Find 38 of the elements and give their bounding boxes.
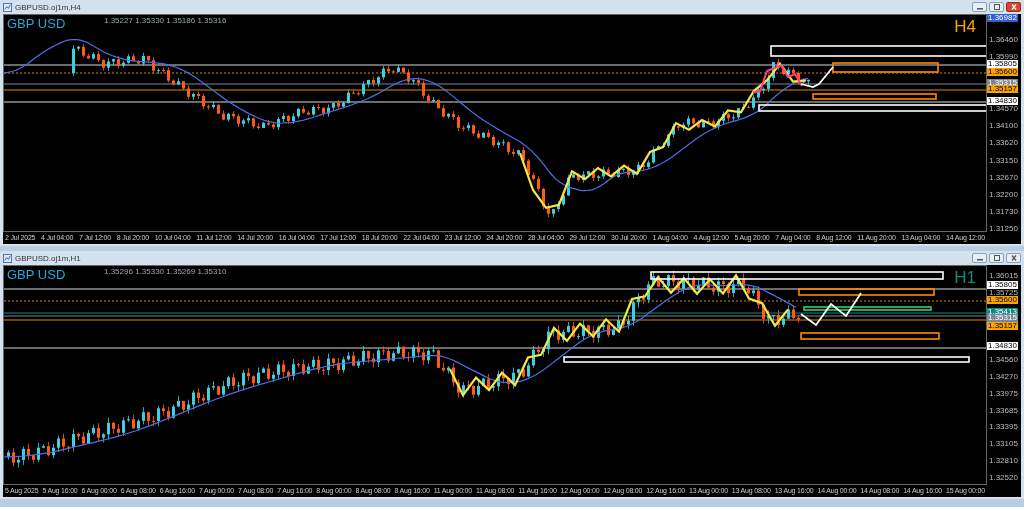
- price-label: 1.34560: [989, 356, 1018, 364]
- price-tag: 1.35315: [987, 314, 1018, 322]
- price-tag: 1.35805: [987, 60, 1018, 68]
- symbol-label: GBP USD: [7, 267, 66, 282]
- price-label: 1.33395: [989, 423, 1018, 431]
- price-tag: 1.35157: [987, 322, 1018, 330]
- price-label: 1.33685: [989, 407, 1018, 415]
- price-label: 1.31250: [989, 225, 1018, 232]
- price-tag: 1.34830: [987, 97, 1018, 105]
- price-label: 1.32810: [989, 457, 1018, 465]
- price-label: 1.32520: [989, 474, 1018, 482]
- price-label: 1.36460: [989, 36, 1018, 44]
- price-label: 1.35990: [989, 53, 1018, 61]
- price-tag: 1.34830: [987, 342, 1018, 350]
- price-label: 1.33620: [989, 139, 1018, 147]
- price-label: 1.35725: [989, 289, 1018, 297]
- price-tag: 1.35600: [987, 296, 1018, 304]
- price-label: 1.31730: [989, 208, 1018, 216]
- price-label: 1.34270: [989, 373, 1018, 381]
- price-tag: 1.36982: [987, 14, 1018, 22]
- ohlc-readout: 1.35227 1.35330 1.35186 1.35316: [104, 16, 227, 25]
- price-label: 1.34100: [989, 122, 1018, 130]
- price-label: 1.32670: [989, 174, 1018, 182]
- price-label: 1.33105: [989, 440, 1018, 448]
- price-tag: 1.35600: [987, 68, 1018, 76]
- price-label: 1.33975: [989, 390, 1018, 398]
- timeframe-label: H1: [954, 268, 976, 288]
- price-label: 1.33150: [989, 157, 1018, 165]
- price-label: 1.34570: [989, 105, 1018, 113]
- price-label: 1.36015: [989, 272, 1018, 280]
- window-title: GBPUSD.oj1m,H4: [15, 2, 81, 12]
- price-tag: 1.35805: [987, 281, 1018, 289]
- price-tag: 1.35157: [987, 85, 1018, 93]
- price-label: 1.32200: [989, 191, 1018, 199]
- symbol-label: GBP USD: [7, 16, 66, 31]
- timeframe-label: H4: [954, 17, 976, 37]
- ohlc-readout: 1.35296 1.35330 1.35269 1.35310: [104, 267, 227, 276]
- window-title: GBPUSD.oj1m,H1: [15, 253, 81, 263]
